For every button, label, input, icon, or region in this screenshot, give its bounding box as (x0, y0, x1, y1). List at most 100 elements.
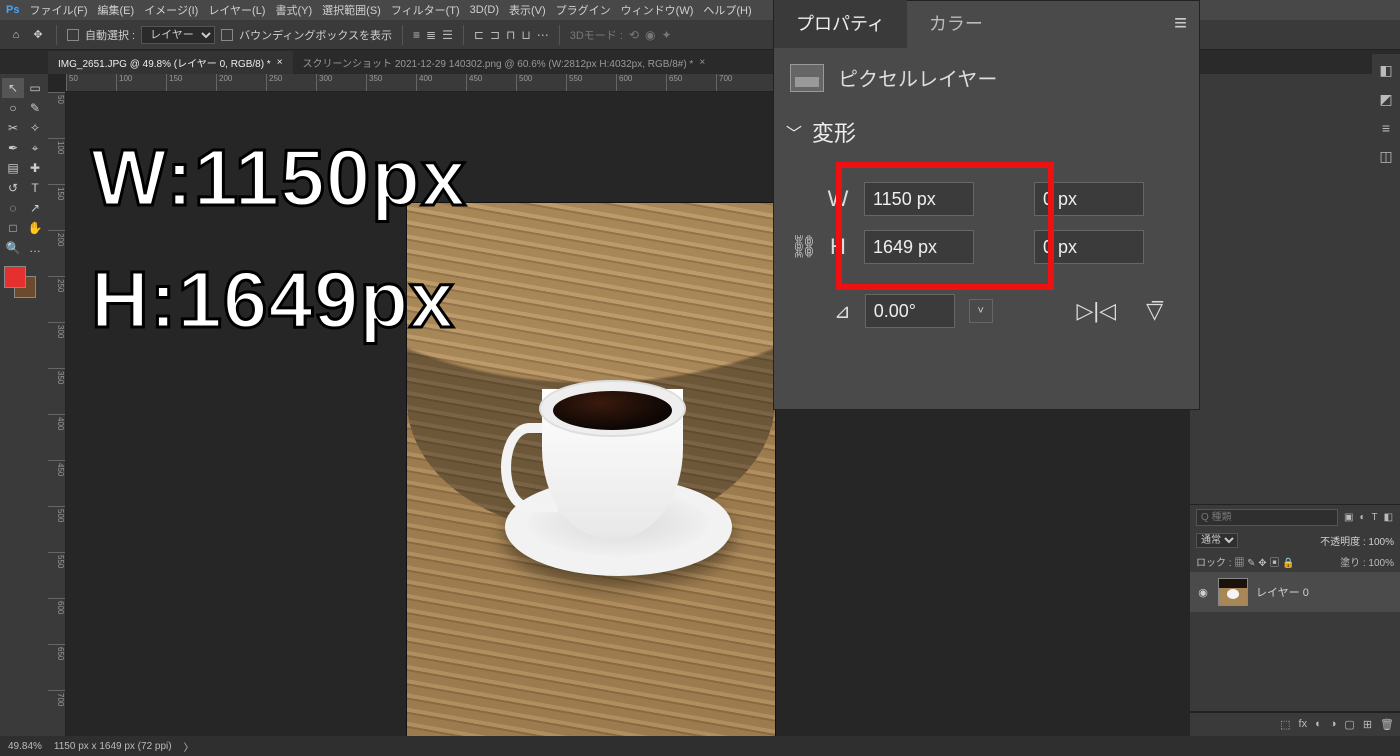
filter-icon[interactable]: ▣ (1344, 512, 1353, 523)
blend-mode-dropdown[interactable]: 通常 (1196, 533, 1238, 548)
flip-horizontal-icon[interactable]: ▷|◁ (1077, 298, 1117, 324)
chevron-right-icon[interactable]: 〉 (184, 739, 194, 754)
layer-row[interactable]: ◉ レイヤー 0 (1190, 572, 1400, 612)
chevron-down-icon: ﹀ (786, 120, 802, 144)
align-icon[interactable]: ⊐ (490, 28, 500, 42)
panel-menu-icon[interactable]: ≡ (1174, 10, 1187, 36)
auto-select-dropdown[interactable]: レイヤー (141, 26, 215, 44)
lock-icon[interactable]: ✥ (1258, 558, 1266, 569)
menu-item[interactable]: レイヤー(L) (208, 2, 265, 18)
filter-icon[interactable]: T (1372, 512, 1378, 523)
direct-tool[interactable]: ↗ (24, 198, 46, 218)
mask-icon[interactable]: ◐ (1315, 718, 1322, 731)
lock-icon[interactable]: ✎ (1247, 558, 1255, 569)
lasso-tool[interactable]: ○ (2, 98, 24, 118)
close-icon[interactable]: × (699, 57, 705, 68)
layer-name[interactable]: レイヤー 0 (1256, 584, 1309, 600)
angle-dropdown[interactable]: ˅ (969, 299, 993, 323)
filter-icon[interactable]: ◐ (1359, 512, 1365, 523)
path-tool[interactable]: ◌ (2, 198, 24, 218)
menu-item[interactable]: 選択範囲(S) (322, 2, 381, 18)
width-input[interactable] (864, 182, 974, 216)
visibility-icon[interactable]: ◉ (1196, 586, 1210, 599)
3d-icon[interactable]: ⟲ (629, 28, 639, 42)
heal-tool[interactable]: ⌖ (24, 138, 46, 158)
color-wells[interactable] (2, 266, 46, 306)
tab-label: スクリーンショット 2021-12-29 140302.png @ 60.6% … (303, 55, 694, 70)
x-input[interactable] (1034, 182, 1144, 216)
3d-icon[interactable]: ◉ (645, 28, 655, 42)
type-tool[interactable]: T (24, 178, 46, 198)
panel-icon[interactable]: ◧ (1379, 62, 1392, 79)
fill-label: 塗り : (1340, 558, 1366, 569)
stamp-tool[interactable]: ✚ (24, 158, 46, 178)
flip-vertical-icon[interactable]: ▽̅ (1146, 298, 1163, 324)
edit-toolbar[interactable]: … (24, 238, 46, 258)
align-icon[interactable]: ☰ (442, 28, 453, 42)
lock-icon[interactable]: 🔒 (1282, 558, 1294, 569)
menu-item[interactable]: ファイル(F) (29, 2, 87, 18)
align-icon[interactable]: ⊏ (474, 28, 484, 42)
filter-icon[interactable]: ◧ (1384, 512, 1393, 523)
eyedropper-tool[interactable]: ✒ (2, 138, 24, 158)
zoom-value[interactable]: 49.84% (8, 741, 42, 752)
align-icon[interactable]: ≡ (413, 28, 420, 42)
height-input[interactable] (864, 230, 974, 264)
bbox-checkbox[interactable] (221, 29, 233, 41)
align-icon[interactable]: ⊓ (506, 28, 515, 42)
w-label: W (824, 186, 852, 212)
artboard-tool[interactable]: ▭ (24, 78, 46, 98)
crop-tool[interactable]: ✂ (2, 118, 24, 138)
y-input[interactable] (1034, 230, 1144, 264)
document-tab[interactable]: IMG_2651.JPG @ 49.8% (レイヤー 0, RGB/8) * × (48, 51, 293, 74)
tab-color[interactable]: カラー (907, 0, 1005, 48)
menu-item[interactable]: 編集(E) (98, 2, 135, 18)
zoom-tool[interactable]: 🔍 (2, 238, 24, 258)
layers-footer: ⬚ fx ◐ ◑ ▢ ⊞ 🗑 (1190, 712, 1400, 736)
layer-thumbnail[interactable] (1218, 578, 1248, 606)
panel-icon[interactable]: ◩ (1379, 91, 1392, 108)
align-icon[interactable]: ≣ (426, 28, 436, 42)
link-icon[interactable]: ⛓ (790, 234, 810, 260)
brush-tool[interactable]: ▤ (2, 158, 24, 178)
fg-color[interactable] (4, 266, 26, 288)
group-icon[interactable]: ▢ (1344, 718, 1354, 731)
delete-icon[interactable]: 🗑 (1380, 718, 1394, 731)
more-icon[interactable]: ⋯ (537, 28, 549, 42)
adjustment-icon[interactable]: ◑ (1330, 718, 1337, 731)
opacity-value[interactable]: 100% (1368, 537, 1394, 548)
shape-tool[interactable]: □ (2, 218, 24, 238)
new-layer-icon[interactable]: ⊞ (1363, 718, 1372, 731)
menu-item[interactable]: 3D(D) (470, 4, 499, 16)
transform-section-header[interactable]: ﹀ 変形 (774, 110, 1199, 154)
align-icon[interactable]: ⊔ (521, 28, 530, 42)
opacity-label: 不透明度 : (1320, 537, 1366, 548)
frame-tool[interactable]: ✧ (24, 118, 46, 138)
wand-tool[interactable]: ✎ (24, 98, 46, 118)
document-tab[interactable]: スクリーンショット 2021-12-29 140302.png @ 60.6% … (293, 51, 716, 74)
tab-properties[interactable]: プロパティ (774, 0, 907, 48)
link-layers-icon[interactable]: ⬚ (1280, 718, 1290, 731)
home-icon[interactable]: ⌂ (8, 27, 24, 43)
menu-item[interactable]: ウィンドウ(W) (621, 2, 694, 18)
layers-search[interactable] (1196, 509, 1338, 526)
hand-tool[interactable]: ✋ (24, 218, 46, 238)
fill-value[interactable]: 100% (1368, 558, 1394, 569)
close-icon[interactable]: × (277, 57, 283, 68)
menu-item[interactable]: ヘルプ(H) (703, 2, 751, 18)
menu-item[interactable]: 書式(Y) (275, 2, 312, 18)
panel-icon[interactable]: ≡ (1382, 120, 1390, 136)
history-tool[interactable]: ↺ (2, 178, 24, 198)
lock-icon[interactable]: ▦ (1234, 558, 1244, 569)
lock-icon[interactable]: ▣ (1269, 558, 1279, 569)
move-tool[interactable]: ↖ (2, 78, 24, 98)
menu-item[interactable]: 表示(V) (509, 2, 546, 18)
panel-icon[interactable]: ◫ (1379, 148, 1392, 165)
fx-icon[interactable]: fx (1299, 718, 1308, 731)
menu-item[interactable]: プラグイン (556, 2, 611, 18)
angle-input[interactable] (865, 294, 955, 328)
menu-item[interactable]: フィルター(T) (391, 2, 460, 18)
auto-select-checkbox[interactable] (67, 29, 79, 41)
3d-icon[interactable]: ✦ (661, 28, 671, 42)
menu-item[interactable]: イメージ(I) (144, 2, 198, 18)
